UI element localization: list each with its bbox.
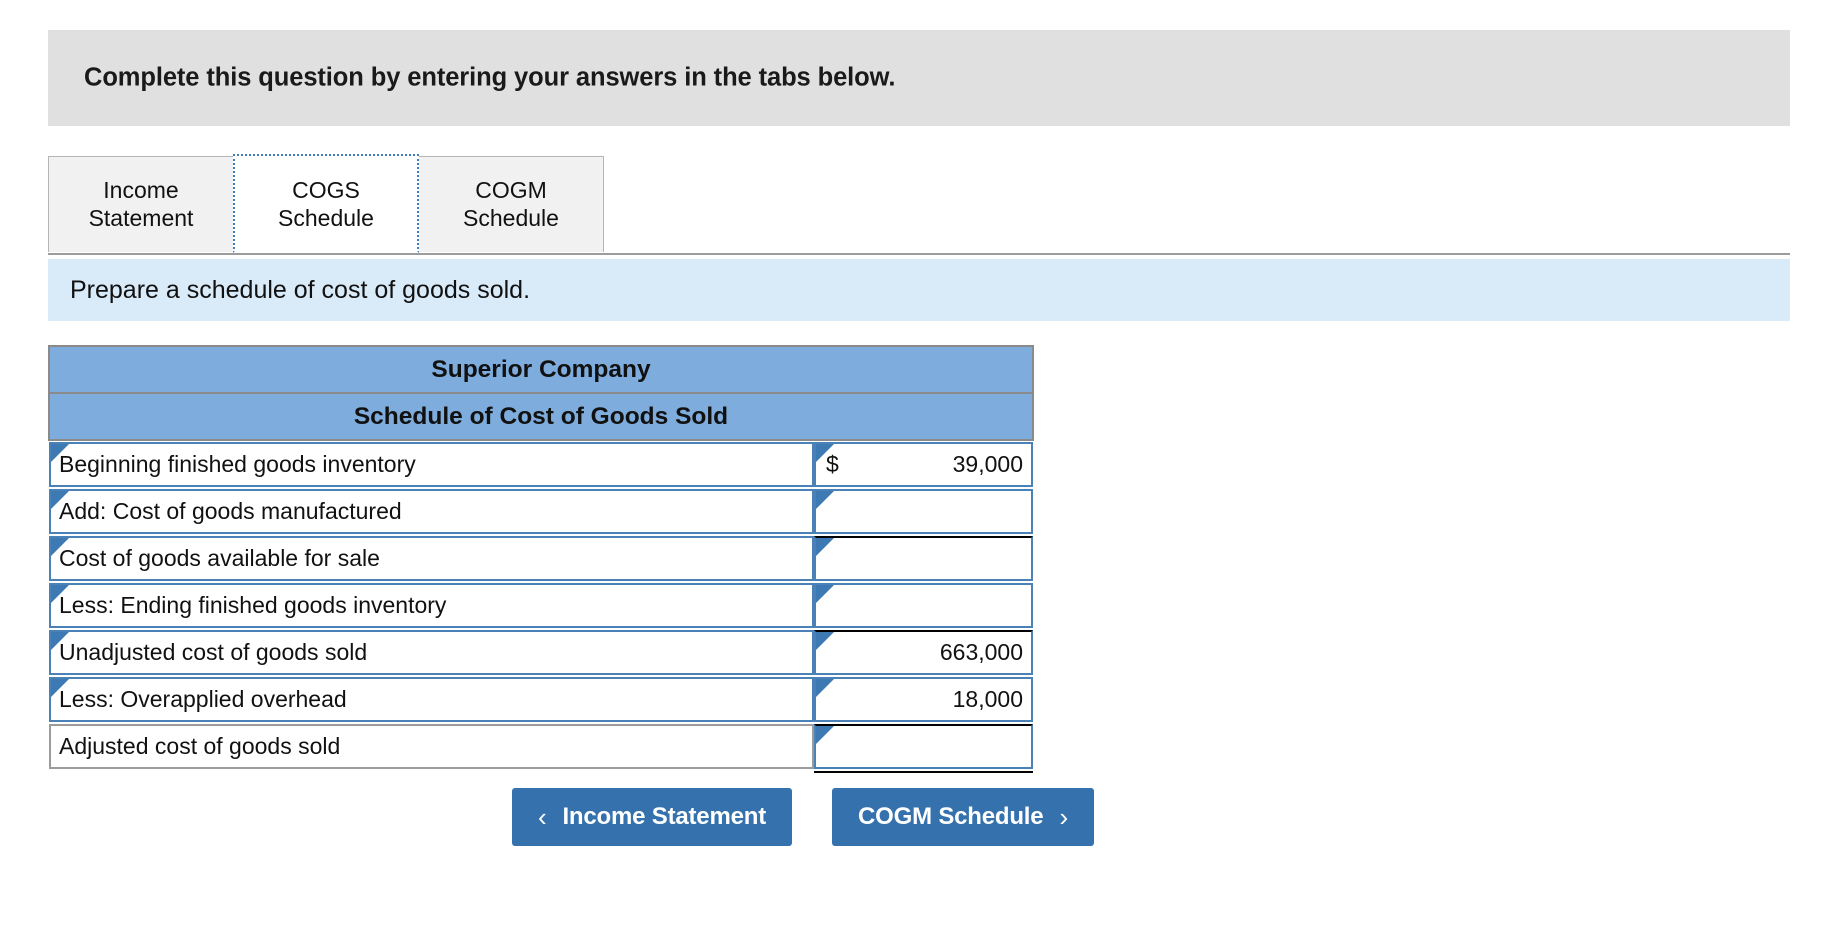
schedule-company-title: Superior Company [48, 345, 1034, 394]
row-label-cell-2[interactable]: Cost of goods available for sale [49, 535, 814, 582]
tab-cogs-schedule-line2: Schedule [278, 204, 374, 231]
cell-marker-icon [816, 679, 834, 697]
row-value-cell-2[interactable] [814, 535, 1033, 582]
row-value-cell-6[interactable] [814, 723, 1033, 773]
row-label-cell-3[interactable]: Less: Ending finished goods inventory [49, 582, 814, 629]
table-row: Add: Cost of goods manufactured [49, 488, 1033, 535]
row-value-amount: 18,000 [952, 686, 1023, 712]
table-header-row-schedule: Schedule of Cost of Goods Sold [48, 393, 1034, 441]
tab-cogm-schedule-line1: COGM [475, 177, 547, 204]
cell-marker-icon [51, 679, 69, 697]
table-row: Beginning finished goods inventory $ 39,… [49, 440, 1033, 488]
cell-marker-icon [51, 491, 69, 509]
row-value-amount: 39,000 [952, 451, 1023, 477]
row-label-text: Add: Cost of goods manufactured [59, 498, 402, 524]
cell-marker-icon [816, 585, 834, 603]
row-label-text: Beginning finished goods inventory [59, 451, 416, 477]
subinstruction-bar: Prepare a schedule of cost of goods sold… [48, 259, 1790, 321]
row-label-cell-6: Adjusted cost of goods sold [49, 723, 814, 770]
row-label-text: Unadjusted cost of goods sold [59, 639, 368, 665]
next-cogm-schedule-button[interactable]: COGM Schedule › [832, 788, 1094, 846]
row-label-cell-4[interactable]: Unadjusted cost of goods sold [49, 629, 814, 676]
table-row: Cost of goods available for sale [49, 535, 1033, 582]
cell-marker-icon [51, 538, 69, 556]
row-label-text: Adjusted cost of goods sold [59, 733, 341, 759]
tab-income-statement-line2: Statement [88, 204, 194, 231]
row-value-cell-5[interactable]: 18,000 [814, 676, 1033, 723]
exercise-page: Complete this question by entering your … [0, 0, 1840, 926]
tab-strip-underline [48, 253, 1790, 255]
subinstruction-text: Prepare a schedule of cost of goods sold… [70, 275, 531, 304]
cell-marker-icon [51, 444, 69, 462]
cell-marker-icon [816, 444, 834, 462]
question-banner: Complete this question by entering your … [48, 30, 1790, 126]
table-row: Less: Overapplied overhead 18,000 [49, 676, 1033, 723]
row-value-cell-4[interactable]: 663,000 [814, 629, 1033, 676]
tab-cogm-schedule-line2: Schedule [463, 204, 559, 231]
tab-income-statement-line1: Income [103, 177, 179, 204]
row-value-amount: 663,000 [939, 639, 1023, 665]
tabs-row: Income Statement COGS Schedule COGM Sche… [48, 154, 604, 254]
cell-marker-icon [51, 585, 69, 603]
prev-button-label: Income Statement [562, 803, 766, 830]
tab-income-statement[interactable]: Income Statement [48, 156, 234, 252]
chevron-right-icon: › [1059, 802, 1068, 832]
row-label-text: Less: Ending finished goods inventory [59, 592, 447, 618]
prev-income-statement-button[interactable]: ‹ Income Statement [512, 788, 792, 846]
cell-marker-icon [51, 632, 69, 650]
chevron-left-icon: ‹ [538, 802, 547, 832]
cell-marker-icon [816, 491, 834, 509]
row-label-cell-1[interactable]: Add: Cost of goods manufactured [49, 488, 814, 535]
cell-marker-icon [816, 632, 834, 650]
navigation-buttons: ‹ Income Statement COGM Schedule › [512, 788, 1094, 846]
row-value-cell-0[interactable]: $ 39,000 [814, 440, 1033, 488]
row-label-text: Cost of goods available for sale [59, 545, 380, 571]
question-banner-text: Complete this question by entering your … [84, 63, 896, 92]
table-row: Adjusted cost of goods sold [49, 723, 1033, 773]
row-label-cell-5[interactable]: Less: Overapplied overhead [49, 676, 814, 723]
cogs-schedule-body: Superior Company Schedule of Cost of Goo… [48, 345, 1034, 773]
tab-strip: Income Statement COGS Schedule COGM Sche… [48, 154, 1790, 258]
cell-marker-icon [816, 538, 834, 556]
cogs-schedule-table: Superior Company Schedule of Cost of Goo… [48, 345, 1034, 773]
tab-cogs-schedule-line1: COGS [292, 177, 360, 204]
row-label-cell-0[interactable]: Beginning finished goods inventory [49, 440, 814, 488]
table-header-row-company: Superior Company [48, 345, 1034, 394]
row-value-cell-3[interactable] [814, 582, 1033, 629]
tab-cogm-schedule[interactable]: COGM Schedule [418, 156, 604, 252]
tab-cogs-schedule[interactable]: COGS Schedule [233, 154, 419, 253]
next-button-label: COGM Schedule [858, 803, 1044, 830]
row-value-cell-1[interactable] [814, 488, 1033, 535]
row-label-text: Less: Overapplied overhead [59, 686, 347, 712]
table-row: Unadjusted cost of goods sold 663,000 [49, 629, 1033, 676]
table-row: Less: Ending finished goods inventory [49, 582, 1033, 629]
schedule-subtitle: Schedule of Cost of Goods Sold [48, 393, 1034, 441]
cogs-schedule-table-wrap: Superior Company Schedule of Cost of Goo… [48, 345, 1034, 773]
cell-marker-icon [816, 726, 834, 744]
